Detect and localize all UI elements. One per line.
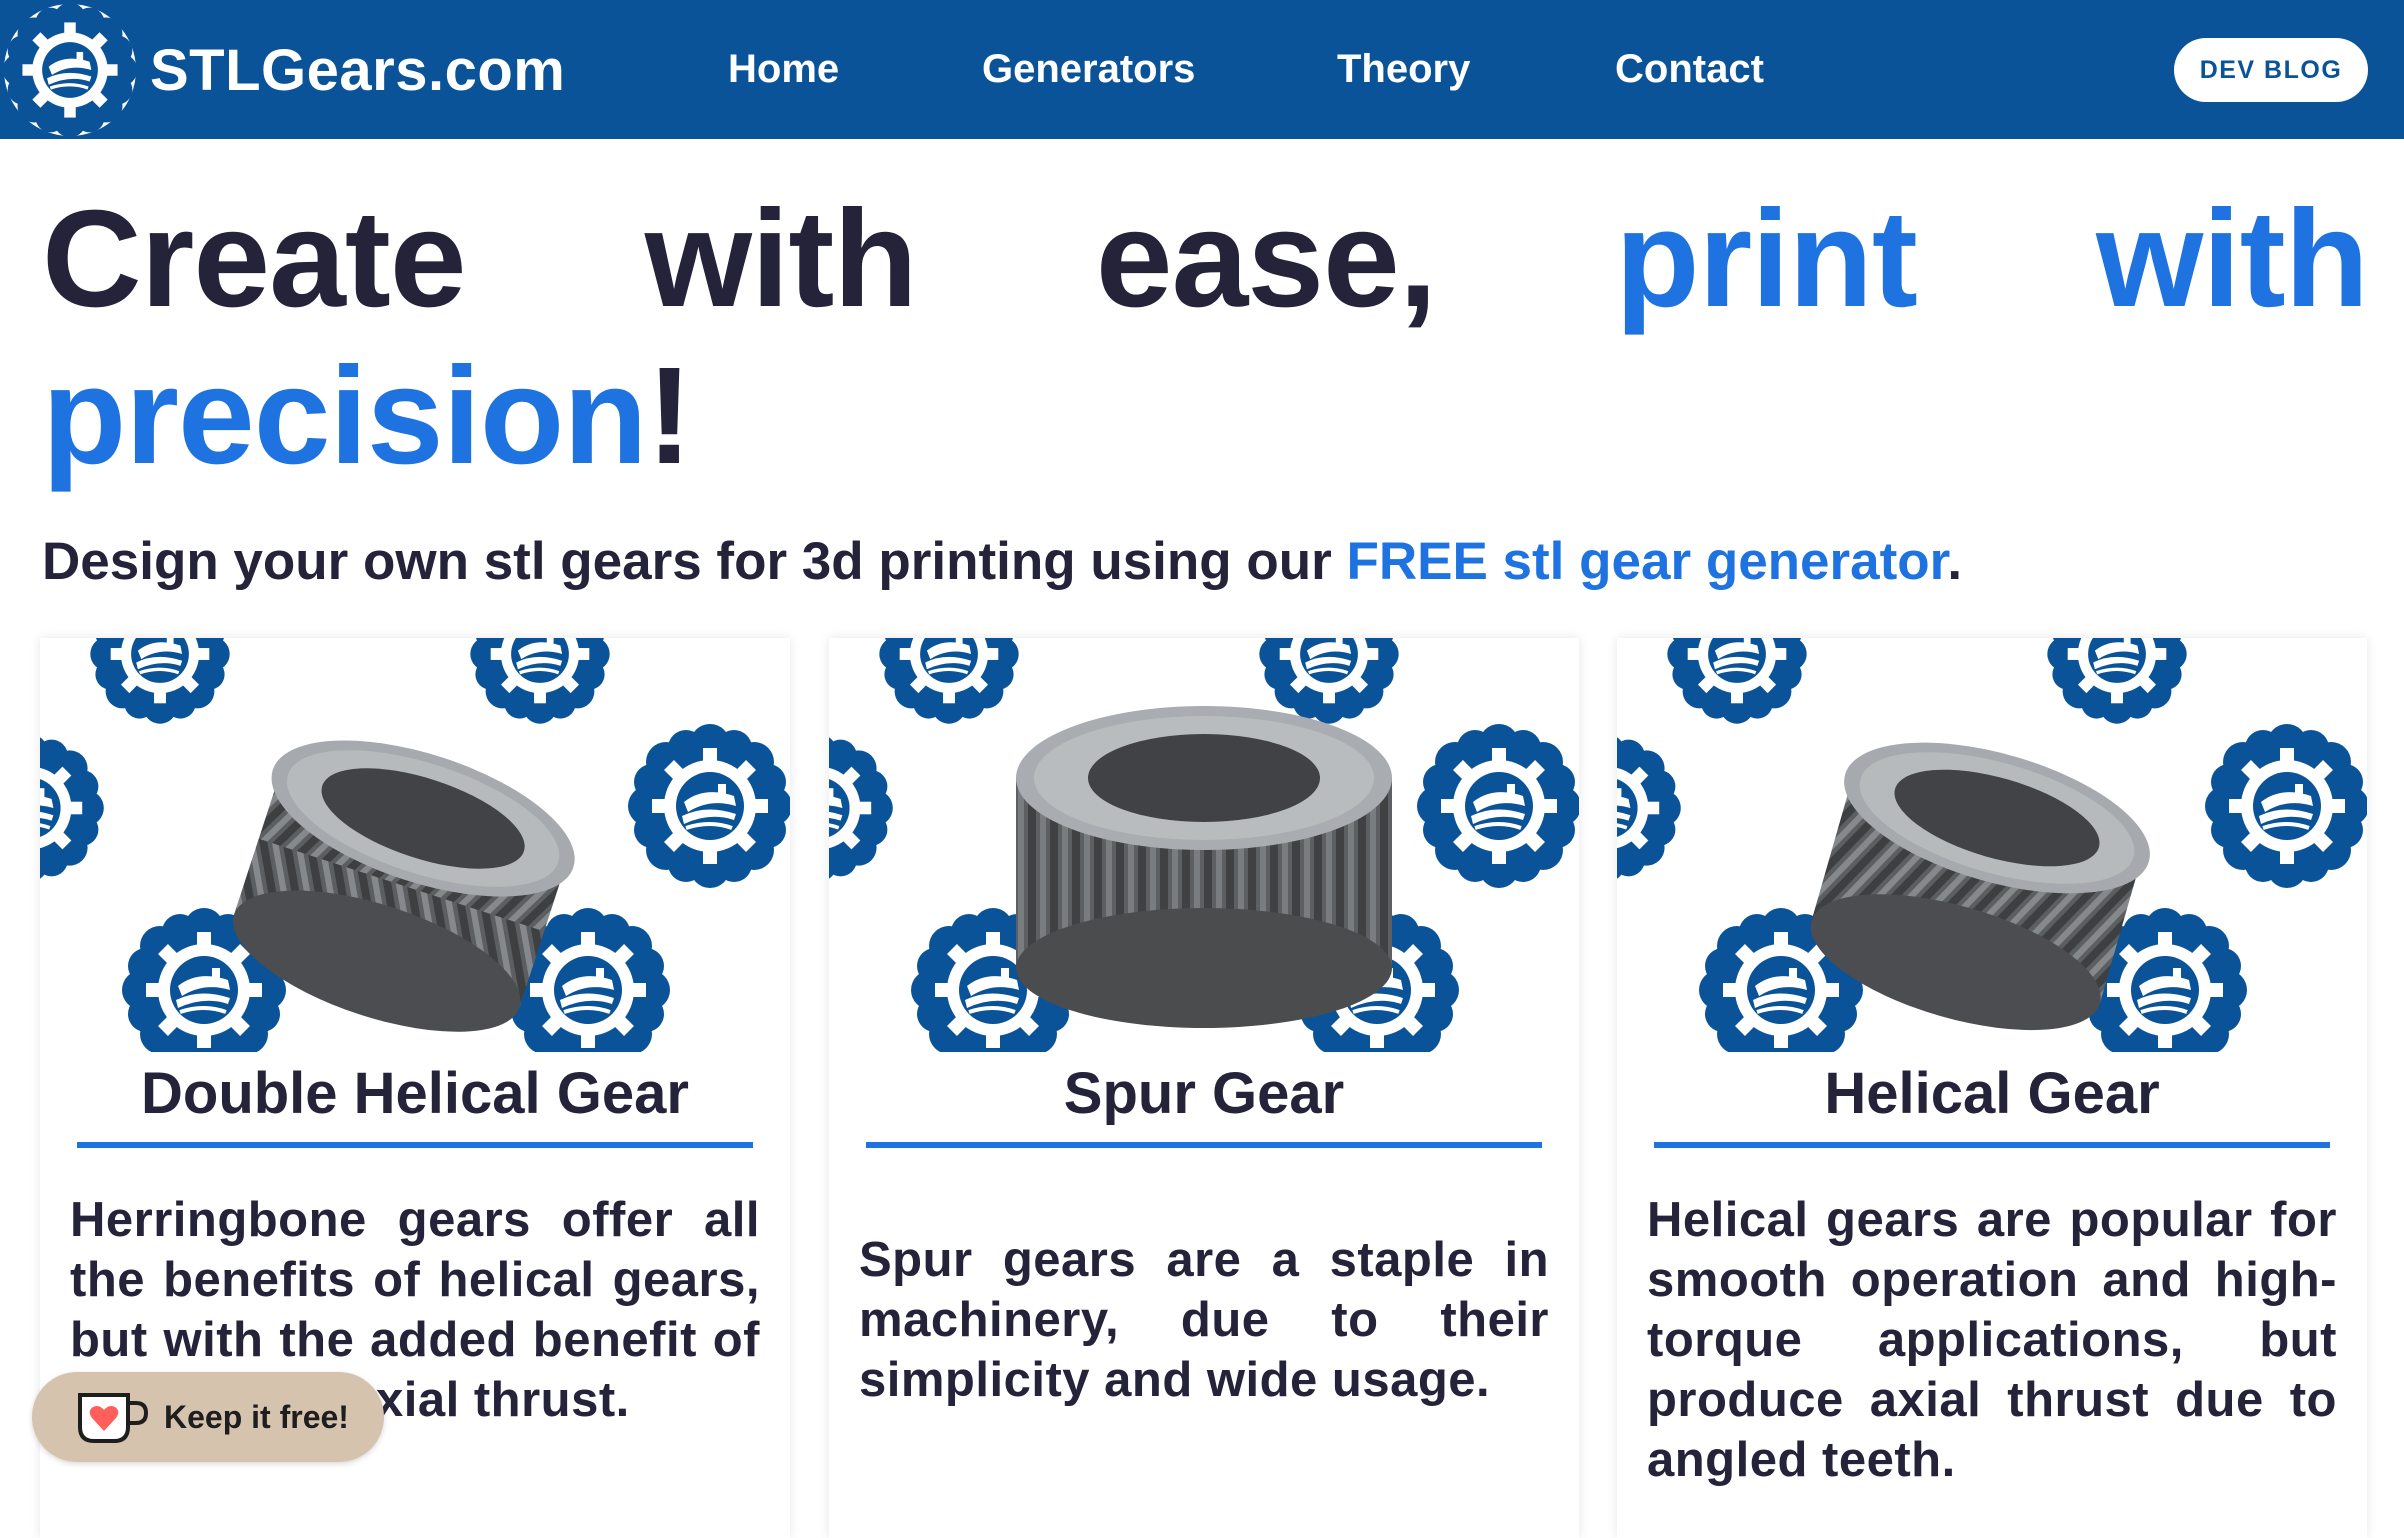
hero-word-accent: print <box>1615 182 1918 336</box>
kofi-label: Keep it free! <box>164 1398 349 1435</box>
card-title[interactable]: Helical Gear <box>1617 1058 2367 1130</box>
coffee-cup-heart-icon <box>78 1393 149 1443</box>
gear-card-spur[interactable]: Spur Gear Spur gears are a staple in mac… <box>829 638 1579 1538</box>
stlgears-logo-icon[interactable] <box>0 0 140 140</box>
dev-blog-button[interactable]: DEV BLOG <box>2174 38 2368 102</box>
hero-word: with <box>644 182 918 336</box>
nav-link-home[interactable]: Home <box>728 44 839 94</box>
kofi-support-button[interactable]: Keep it free! <box>32 1372 384 1462</box>
top-navbar: STLGears.com Home Generators Theory Cont… <box>0 0 2404 139</box>
hero-word: Create <box>42 182 467 336</box>
card-title[interactable]: Spur Gear <box>829 1058 1579 1130</box>
hero-exclaim: ! <box>646 339 693 493</box>
helical-gear-image[interactable] <box>1617 638 2367 1052</box>
hero-heading-line2: precision! <box>42 336 692 496</box>
hero-word-accent: precision <box>42 339 648 493</box>
gear-generator-link[interactable]: FREE stl gear generator <box>1346 532 1947 591</box>
nav-link-theory[interactable]: Theory <box>1337 44 1470 94</box>
card-title[interactable]: Double Helical Gear <box>40 1058 790 1130</box>
nav-link-generators[interactable]: Generators <box>982 44 1195 94</box>
hero-word: ease, <box>1095 182 1437 336</box>
double-helical-gear-image[interactable] <box>40 638 790 1052</box>
brand-name[interactable]: STLGears.com <box>150 36 565 106</box>
hero-subtitle: Design your own stl gears for 3d printin… <box>42 530 1962 594</box>
hero-word-accent: with <box>2096 182 2369 336</box>
card-divider <box>1654 1142 2330 1148</box>
subtitle-period: . <box>1947 532 1963 591</box>
card-divider <box>77 1142 753 1148</box>
card-description: Spur gears are a staple in machinery, du… <box>859 1233 1549 1407</box>
card-description: Helical gears are popular for smooth ope… <box>1647 1193 2337 1487</box>
card-divider <box>866 1142 1542 1148</box>
gear-card-helical[interactable]: Helical Gear Helical gears are popular f… <box>1617 638 2367 1538</box>
spur-gear-image[interactable] <box>829 638 1579 1052</box>
nav-link-contact[interactable]: Contact <box>1615 44 1764 94</box>
subtitle-text: Design your own stl gears for 3d printin… <box>42 532 1347 591</box>
hero-heading-line1: Create with ease, print with <box>42 179 2369 339</box>
